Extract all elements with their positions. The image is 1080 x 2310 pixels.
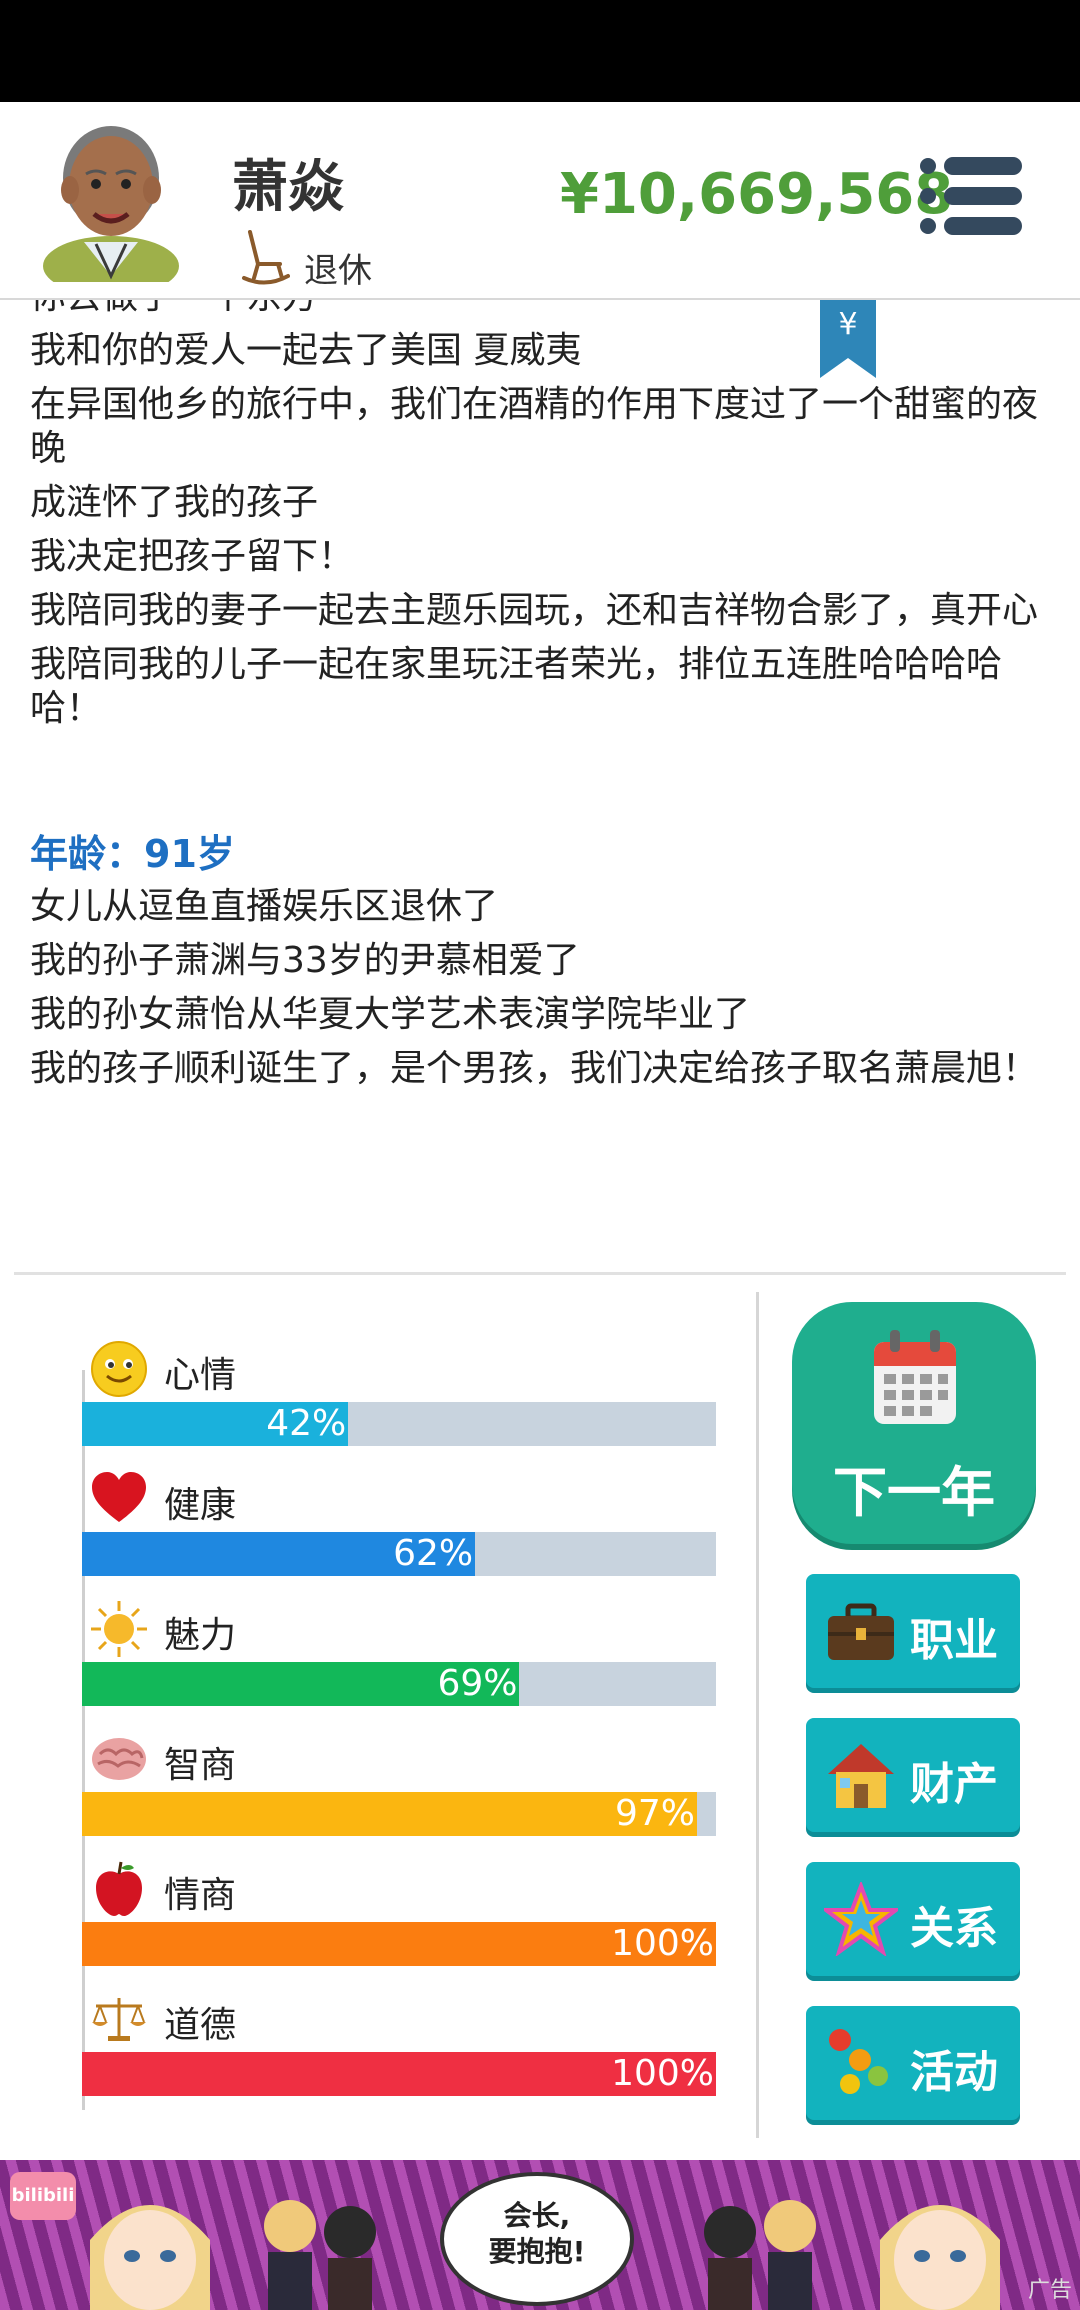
briefcase-icon	[828, 1603, 894, 1660]
bilibili-logo: bilibili	[10, 2172, 76, 2220]
log-entry: 我的孙女萧怡从华夏大学艺术表演学院毕业了	[30, 994, 751, 1035]
age-heading: 年龄：91岁	[30, 832, 235, 876]
stat-bar-fill: 97%	[82, 1792, 697, 1836]
panel-divider	[756, 1292, 759, 2138]
activity-dots-icon	[829, 2029, 888, 2094]
stat-bar-track: 42%	[82, 1402, 716, 1446]
stat-bar-track: 97%	[82, 1792, 716, 1836]
smiley-face-icon	[91, 1341, 147, 1397]
svg-text:¥: ¥	[838, 307, 857, 342]
speech-bubble-text: 会长, 要抱抱!	[488, 2199, 586, 2268]
scales-icon	[92, 1998, 146, 2041]
log-entry: 女儿从逗鱼直播娱乐区退休了	[30, 886, 499, 927]
anime-character-image-right	[880, 2205, 1000, 2310]
stat-eq: 情商 100%	[82, 1860, 716, 1990]
career-label: 职业	[910, 1615, 998, 1666]
stat-bar-track: 62%	[82, 1532, 716, 1576]
life-log[interactable]: 你去做了一个东方 我和你的爱人一起去了美国 夏威夷 在异国他乡的旅行中，我们在酒…	[0, 300, 1080, 1270]
stat-bar-fill: 69%	[82, 1662, 520, 1706]
stat-mood: 心情 42%	[82, 1340, 716, 1470]
stat-label: 心情	[164, 1355, 237, 1396]
relations-button[interactable]: 关系	[806, 1862, 1020, 1976]
stat-label: 魅力	[164, 1615, 237, 1656]
speech-bubble: 会长, 要抱抱!	[440, 2172, 634, 2306]
ad-banner[interactable]: bilibili 会长, 要抱抱! 广告	[0, 2160, 1080, 2310]
stat-percent: 42%	[266, 1403, 347, 1444]
stat-percent: 100%	[611, 1923, 714, 1964]
stat-iq: 智商 97%	[82, 1730, 716, 1860]
house-icon	[828, 1744, 894, 1808]
stat-percent: 97%	[614, 1793, 695, 1834]
stat-bar-track: 100%	[82, 1922, 716, 1966]
log-entry: 成涟怀了我的孩子	[30, 482, 319, 523]
log-entry: 我和你的爱人一起去了美国 夏威夷	[30, 330, 582, 371]
stat-charm: 魅力 69%	[82, 1600, 716, 1730]
stat-percent: 69%	[437, 1663, 518, 1704]
log-entry: 我陪同我的儿子一起在家里玩汪者荣光，排位五连胜哈哈哈哈哈！	[30, 644, 1003, 729]
sun-icon	[91, 1601, 147, 1657]
log-entry: 我的孙子萧渊与33岁的尹慕相爱了	[30, 940, 580, 981]
log-entry: 你去做了一个东方	[30, 300, 1050, 324]
anime-character-image	[90, 2205, 210, 2310]
stat-bar-fill: 100%	[82, 2052, 716, 2096]
anime-characters-image-right	[704, 2200, 816, 2310]
star-icon	[824, 1882, 898, 1956]
money-balance: ¥10,669,568	[560, 162, 954, 227]
activities-button[interactable]: 活动	[806, 2006, 1020, 2120]
status-line: 退休	[240, 226, 372, 291]
section-divider	[14, 1272, 1066, 1275]
stat-label: 情商	[164, 1875, 237, 1916]
stat-label: 道德	[164, 2005, 237, 2046]
stat-bar-track: 69%	[82, 1662, 716, 1706]
menu-icon[interactable]	[918, 154, 1024, 238]
ad-tag[interactable]: 广告	[1028, 2272, 1072, 2304]
brain-icon	[92, 1738, 146, 1780]
stat-bar-fill: 62%	[82, 1532, 476, 1576]
stat-health: 健康 62%	[82, 1470, 716, 1600]
stat-percent: 62%	[393, 1533, 474, 1574]
property-button[interactable]: 财产	[806, 1718, 1020, 1832]
next-year-button[interactable]: 下一年	[792, 1302, 1036, 1544]
avatar[interactable]	[36, 116, 186, 282]
relations-label: 关系	[910, 1903, 998, 1954]
log-entry: 我的孩子顺利诞生了，是个男孩，我们决定给孩子取名萧晨旭！	[30, 1048, 1039, 1089]
log-entry: 我陪同我的妻子一起去主题乐园玩，还和吉祥物合影了，真开心	[30, 590, 1039, 631]
property-label: 财产	[910, 1759, 998, 1810]
log-entry: 在异国他乡的旅行中，我们在酒精的作用下度过了一个甜蜜的夜晚	[30, 384, 1039, 469]
next-year-label: 下一年	[833, 1461, 995, 1524]
log-entry: 我决定把孩子留下！	[30, 536, 355, 577]
profile-header: 萧焱 退休 ¥10,669,568	[0, 102, 1080, 300]
heart-icon	[92, 1472, 146, 1522]
stat-bar-track: 100%	[82, 2052, 716, 2096]
player-name: 萧焱	[232, 155, 344, 220]
rocking-chair-icon	[242, 230, 290, 285]
yuan-bookmark-icon[interactable]: ¥	[820, 300, 876, 378]
stat-bar-fill: 42%	[82, 1402, 349, 1446]
calendar-icon	[874, 1330, 956, 1424]
stats-panel: 心情 42% 健康 62% 魅力 69% 智商 97% 情商 100% 道德 1…	[0, 1290, 760, 2130]
stat-morality: 道德 100%	[82, 1990, 716, 2120]
anime-characters-image	[264, 2200, 376, 2310]
apple-icon	[96, 1861, 142, 1916]
activities-label: 活动	[910, 2047, 998, 2098]
career-button[interactable]: 职业	[806, 1574, 1020, 1688]
stat-bar-fill: 100%	[82, 1922, 716, 1966]
stat-percent: 100%	[611, 2053, 714, 2094]
status-bar	[0, 0, 1080, 102]
stat-label: 健康	[164, 1485, 237, 1526]
career-status: 退休	[304, 250, 372, 291]
stat-label: 智商	[164, 1745, 237, 1786]
